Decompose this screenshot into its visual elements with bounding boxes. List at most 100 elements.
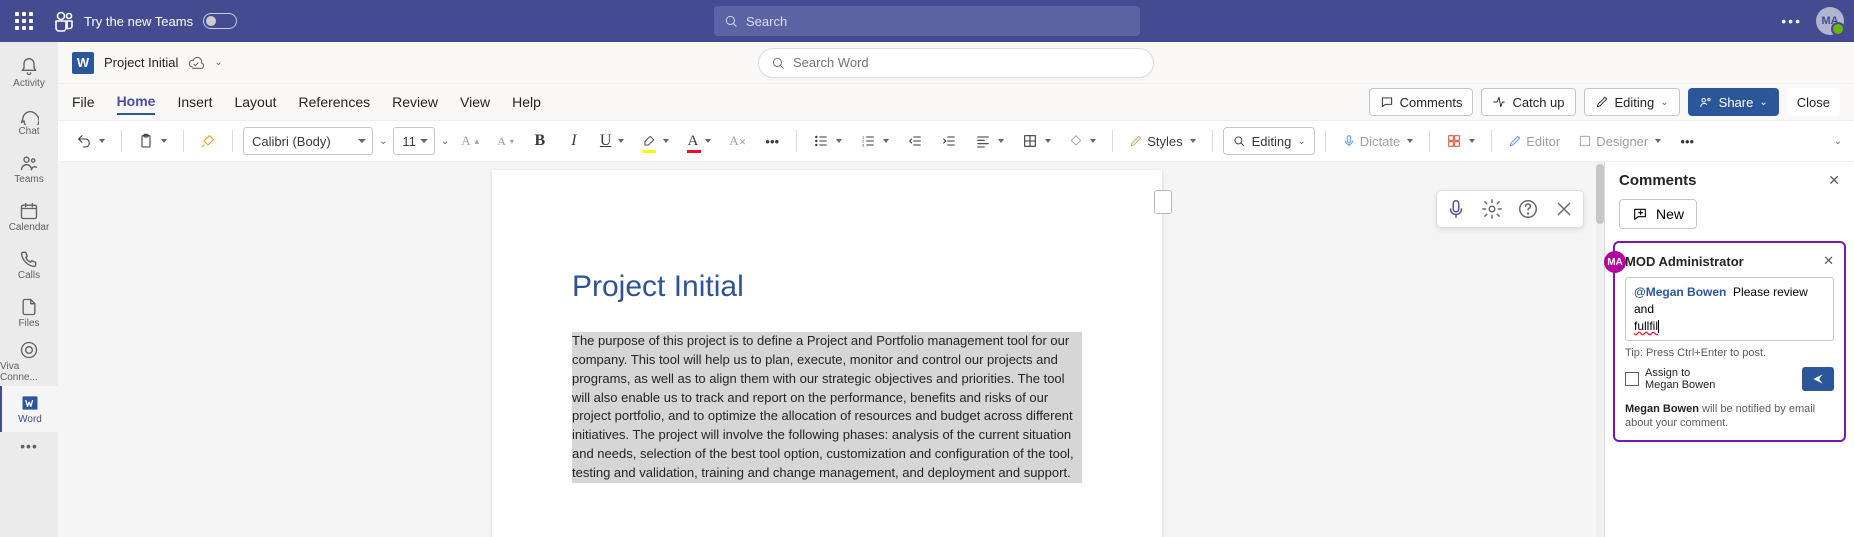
clipboard-icon — [138, 133, 154, 149]
shrink-font-button[interactable]: A▾ — [491, 127, 520, 155]
decrease-indent-button[interactable] — [901, 127, 929, 155]
grow-font-button[interactable]: A▴ — [455, 127, 485, 155]
more-toolbar-button[interactable]: ••• — [1673, 127, 1701, 155]
increase-indent-button[interactable] — [935, 127, 963, 155]
share-button[interactable]: Share⌄ — [1688, 88, 1779, 116]
tab-home[interactable]: Home — [117, 89, 156, 115]
close-icon[interactable] — [1553, 198, 1575, 220]
paste-button[interactable] — [132, 127, 173, 155]
tab-references[interactable]: References — [299, 90, 371, 114]
document-body[interactable]: The purpose of this project is to define… — [572, 332, 1082, 483]
try-new-teams-toggle[interactable] — [203, 13, 237, 29]
teams-search-input[interactable] — [746, 14, 1130, 29]
help-icon[interactable] — [1517, 198, 1539, 220]
gear-icon[interactable] — [1481, 198, 1503, 220]
svg-text:3: 3 — [862, 142, 865, 147]
search-icon — [1232, 134, 1246, 148]
styles-button[interactable]: Styles — [1123, 127, 1201, 155]
comments-button[interactable]: Comments — [1369, 88, 1474, 116]
document-canvas[interactable]: Project Initial The purpose of this proj… — [58, 162, 1604, 537]
mic-icon[interactable] — [1445, 198, 1467, 220]
rail-calendar[interactable]: Calendar — [0, 194, 58, 240]
table-button[interactable] — [1016, 127, 1057, 155]
font-size-select[interactable]: 11 — [393, 127, 435, 155]
document-heading[interactable]: Project Initial — [572, 270, 1082, 304]
tab-layout[interactable]: Layout — [234, 90, 276, 114]
rail-teams[interactable]: Teams — [0, 146, 58, 192]
find-editing-button[interactable]: Editing⌄ — [1223, 127, 1315, 155]
layout-grid-button[interactable] — [1440, 127, 1481, 155]
catch-up-button[interactable]: Catch up — [1481, 88, 1575, 116]
catchup-icon — [1492, 95, 1506, 109]
dictate-button[interactable]: Dictate — [1336, 127, 1419, 155]
numbering-button[interactable]: 123 — [854, 127, 895, 155]
assign-checkbox[interactable] — [1625, 372, 1639, 386]
document-page[interactable]: Project Initial The purpose of this proj… — [492, 170, 1162, 537]
rail-calls[interactable]: Calls — [0, 242, 58, 288]
underline-button[interactable]: U — [594, 127, 631, 155]
format-painter-button[interactable] — [194, 127, 222, 155]
rail-label: Word — [18, 414, 42, 425]
new-comment-button[interactable]: New — [1619, 199, 1697, 229]
app-rail: Activity Chat Teams Calendar Calls Files… — [0, 42, 58, 537]
tab-file[interactable]: File — [72, 90, 95, 114]
align-button[interactable] — [969, 127, 1010, 155]
mic-icon — [1342, 134, 1356, 148]
comment-text-input[interactable]: @Megan Bowen Please review and fullfil — [1625, 277, 1834, 341]
highlight-button[interactable] — [636, 127, 675, 155]
bell-icon — [19, 57, 39, 77]
comment-avatar: MA — [1604, 251, 1626, 273]
more-font-button[interactable]: ••• — [758, 127, 786, 155]
rail-label: Viva Conne... — [0, 361, 58, 383]
close-button[interactable]: Close — [1787, 88, 1840, 116]
word-search-box[interactable] — [758, 48, 1154, 78]
bold-button[interactable]: B — [526, 127, 554, 155]
rail-word[interactable]: Word — [0, 386, 58, 432]
undo-button[interactable] — [70, 127, 111, 155]
rail-label: Files — [18, 318, 39, 329]
italic-button[interactable]: I — [560, 127, 588, 155]
close-comment-icon[interactable]: ✕ — [1823, 253, 1834, 269]
teams-top-bar: Try the new Teams ••• MA — [0, 0, 1854, 42]
teams-search-box[interactable] — [714, 6, 1140, 36]
table-icon — [1022, 133, 1038, 149]
bullets-icon — [813, 133, 829, 149]
comment-icon — [1380, 95, 1394, 109]
font-name-select[interactable]: Calibri (Body) — [243, 127, 373, 155]
collapse-ribbon-icon[interactable]: ⌄ — [1834, 136, 1842, 147]
close-panel-icon[interactable]: ✕ — [1828, 172, 1840, 189]
word-badge-icon: W — [72, 52, 94, 74]
app-launcher-icon[interactable] — [10, 7, 38, 35]
word-search-input[interactable] — [793, 55, 1141, 70]
bullets-button[interactable] — [807, 127, 848, 155]
rail-label: Teams — [14, 174, 43, 185]
vertical-scrollbar[interactable] — [1596, 162, 1604, 537]
more-options-icon[interactable]: ••• — [1781, 13, 1802, 29]
rail-viva[interactable]: Viva Conne... — [0, 338, 58, 384]
tab-help[interactable]: Help — [512, 90, 541, 114]
scrollbar-thumb[interactable] — [1596, 164, 1604, 224]
tab-view[interactable]: View — [460, 90, 490, 114]
rail-activity[interactable]: Activity — [0, 50, 58, 96]
user-avatar[interactable]: MA — [1816, 7, 1844, 35]
title-chevron-icon[interactable]: ⌄ — [214, 57, 222, 68]
rail-files[interactable]: Files — [0, 290, 58, 336]
editing-mode-button[interactable]: Editing⌄ — [1584, 88, 1680, 116]
font-color-button[interactable]: A — [681, 127, 717, 155]
send-comment-button[interactable] — [1802, 367, 1834, 391]
shading-button[interactable] — [1063, 127, 1102, 155]
tab-review[interactable]: Review — [392, 90, 438, 114]
ribbon-tabs: File Home Insert Layout References Revie… — [58, 84, 1854, 120]
editor-button[interactable]: Editor — [1502, 127, 1566, 155]
rail-chat[interactable]: Chat — [0, 98, 58, 144]
comment-anchor-icon[interactable] — [1154, 190, 1172, 214]
mention[interactable]: @Megan Bowen — [1634, 285, 1726, 299]
rail-more-icon[interactable]: ••• — [20, 438, 38, 454]
tab-insert[interactable]: Insert — [177, 90, 212, 114]
designer-button[interactable]: Designer — [1572, 127, 1667, 155]
clear-format-button[interactable]: A✕ — [723, 127, 752, 155]
rail-label: Calendar — [9, 222, 50, 233]
indent-icon — [941, 133, 957, 149]
document-title[interactable]: Project Initial — [104, 55, 178, 70]
comment-tip: Tip: Press Ctrl+Enter to post. — [1625, 347, 1834, 359]
